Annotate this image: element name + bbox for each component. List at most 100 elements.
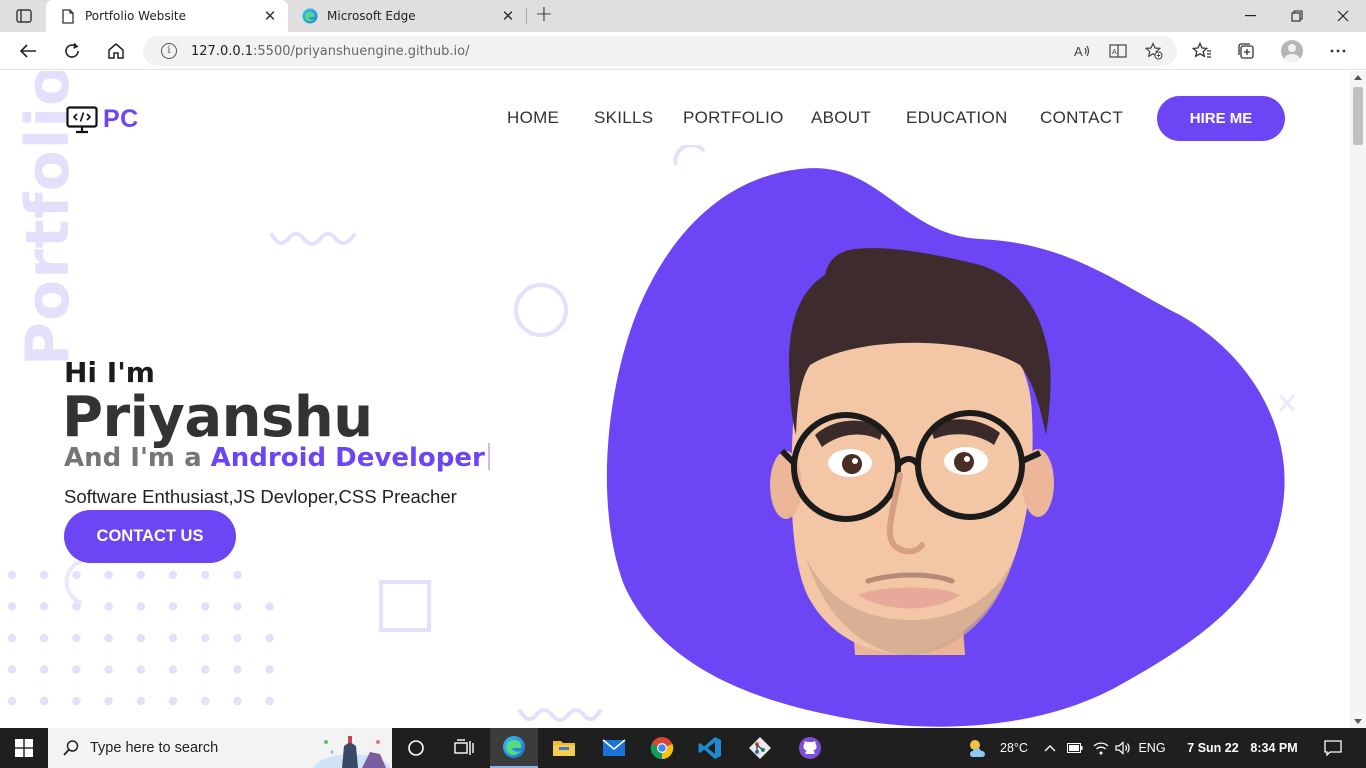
language-indicator[interactable]: ENG xyxy=(1134,728,1170,768)
read-aloud-icon[interactable]: A xyxy=(1067,36,1097,66)
decorative-dot xyxy=(104,602,113,611)
favorites-icon[interactable] xyxy=(1187,36,1217,66)
file-explorer-icon[interactable] xyxy=(540,728,588,768)
decorative-dot xyxy=(104,633,113,643)
nav-about[interactable]: ABOUT xyxy=(811,108,871,128)
page-icon xyxy=(60,8,76,24)
url-host: 127.0.0.1 xyxy=(191,43,254,59)
edge-icon[interactable] xyxy=(490,728,538,768)
task-view-icon[interactable] xyxy=(440,728,488,768)
close-tab-icon[interactable]: ✕ xyxy=(260,6,280,26)
notification-icon[interactable] xyxy=(1316,728,1350,768)
taskbar-time[interactable]: 8:34 PM xyxy=(1246,728,1302,768)
decorative-dot xyxy=(168,570,178,580)
decorative-dot xyxy=(7,602,17,611)
home-icon[interactable] xyxy=(101,36,131,66)
immersive-reader-icon[interactable]: A xyxy=(1103,36,1133,66)
decorative-dot xyxy=(233,633,242,643)
tab-microsoft-edge[interactable]: Microsoft Edge ✕ xyxy=(288,0,526,32)
hire-me-button[interactable]: HIRE ME xyxy=(1157,96,1285,141)
decorative-dot xyxy=(40,665,49,674)
new-tab-button[interactable]: + xyxy=(532,4,556,27)
decorative-dot xyxy=(40,570,49,580)
contact-us-button[interactable]: CONTACT US xyxy=(64,510,236,563)
hero-subtitle: Software Enthusiast,JS Devloper,CSS Prea… xyxy=(64,486,457,507)
decorative-dot xyxy=(104,665,113,674)
edge-icon xyxy=(302,8,318,24)
decorative-dot xyxy=(265,696,274,706)
weather-icon[interactable] xyxy=(962,728,994,768)
decorative-dot xyxy=(265,633,274,643)
minimize-button[interactable] xyxy=(1228,0,1274,32)
decorative-dot xyxy=(265,665,274,674)
typing-caret xyxy=(487,443,490,470)
nav-contact[interactable]: CONTACT xyxy=(1040,108,1123,128)
decorative-dot xyxy=(201,633,210,643)
tab-portfolio-website[interactable]: Portfolio Website ✕ xyxy=(46,0,288,32)
cortana-icon[interactable] xyxy=(394,728,438,768)
decorative-dot xyxy=(40,696,49,706)
decorative-dot xyxy=(72,602,81,611)
search-icon xyxy=(63,740,79,756)
back-arrow-icon[interactable] xyxy=(13,36,43,66)
svg-text:A: A xyxy=(1074,44,1083,59)
decorative-dot xyxy=(104,696,113,706)
squiggle-decoration xyxy=(270,232,356,246)
github-icon[interactable] xyxy=(786,728,834,768)
scroll-thumb[interactable] xyxy=(1353,87,1363,145)
dot-grid-decoration xyxy=(7,570,274,706)
speaker-icon[interactable] xyxy=(1112,728,1134,768)
windows-taskbar: Type here to search 28°C ENG 7 Sun 22 8:… xyxy=(0,728,1366,768)
logo-text: PC xyxy=(103,105,139,133)
decorative-dot xyxy=(104,570,113,580)
decorative-dot xyxy=(201,570,210,580)
nav-skills[interactable]: SKILLS xyxy=(594,108,653,128)
git-icon[interactable] xyxy=(736,728,784,768)
search-placeholder: Type here to search xyxy=(90,740,219,756)
hero-name: Priyanshu xyxy=(62,385,373,450)
role-prefix: And I'm a xyxy=(64,443,211,473)
vscode-icon[interactable] xyxy=(686,728,734,768)
nav-portfolio[interactable]: PORTFOLIO xyxy=(683,108,784,128)
tab-separator xyxy=(526,8,527,24)
search-highlight-illustration-icon xyxy=(313,736,391,768)
nav-home[interactable]: HOME xyxy=(507,108,559,128)
chevron-up-icon[interactable] xyxy=(1040,728,1060,768)
collections-icon[interactable] xyxy=(1231,36,1261,66)
tab-actions-icon[interactable] xyxy=(10,6,38,26)
address-bar[interactable]: i 127.0.0.1:5500/priyanshuengine.github.… xyxy=(143,36,1177,66)
decorative-dot xyxy=(7,570,17,580)
battery-icon[interactable] xyxy=(1064,728,1086,768)
taskbar-search-input[interactable]: Type here to search xyxy=(48,728,392,768)
weather-temperature[interactable]: 28°C xyxy=(994,728,1034,768)
refresh-icon[interactable] xyxy=(57,36,87,66)
decorative-dot xyxy=(168,602,178,611)
mail-icon[interactable] xyxy=(590,728,638,768)
page-scrollbar[interactable] xyxy=(1350,71,1366,728)
site-logo[interactable]: PC xyxy=(66,105,139,134)
decorative-dot xyxy=(7,665,17,674)
decorative-dot xyxy=(168,696,178,706)
close-tab-icon[interactable]: ✕ xyxy=(498,6,518,26)
taskbar-date[interactable]: 7 Sun 22 xyxy=(1182,728,1244,768)
info-icon[interactable]: i xyxy=(161,43,177,59)
start-button[interactable] xyxy=(0,728,48,768)
add-favorite-icon[interactable] xyxy=(1139,36,1169,66)
nav-education[interactable]: EDUCATION xyxy=(906,108,1008,128)
decorative-dot xyxy=(136,633,145,643)
decorative-dot xyxy=(40,633,49,643)
wifi-icon[interactable] xyxy=(1090,728,1112,768)
svg-text:A: A xyxy=(1112,49,1117,56)
url-text[interactable]: 127.0.0.1:5500/priyanshuengine.github.io… xyxy=(191,44,1067,59)
restore-button[interactable] xyxy=(1274,0,1320,32)
decorative-dot xyxy=(7,696,17,706)
close-window-button[interactable] xyxy=(1320,0,1366,32)
scroll-up-icon[interactable] xyxy=(1354,75,1362,80)
chrome-icon[interactable] xyxy=(638,728,686,768)
decorative-dot xyxy=(265,602,274,611)
more-options-icon[interactable] xyxy=(1323,36,1353,66)
decorative-dot xyxy=(72,696,81,706)
hero-illustration xyxy=(606,168,1285,727)
profile-avatar[interactable] xyxy=(1277,36,1307,66)
scroll-down-icon[interactable] xyxy=(1354,719,1362,724)
